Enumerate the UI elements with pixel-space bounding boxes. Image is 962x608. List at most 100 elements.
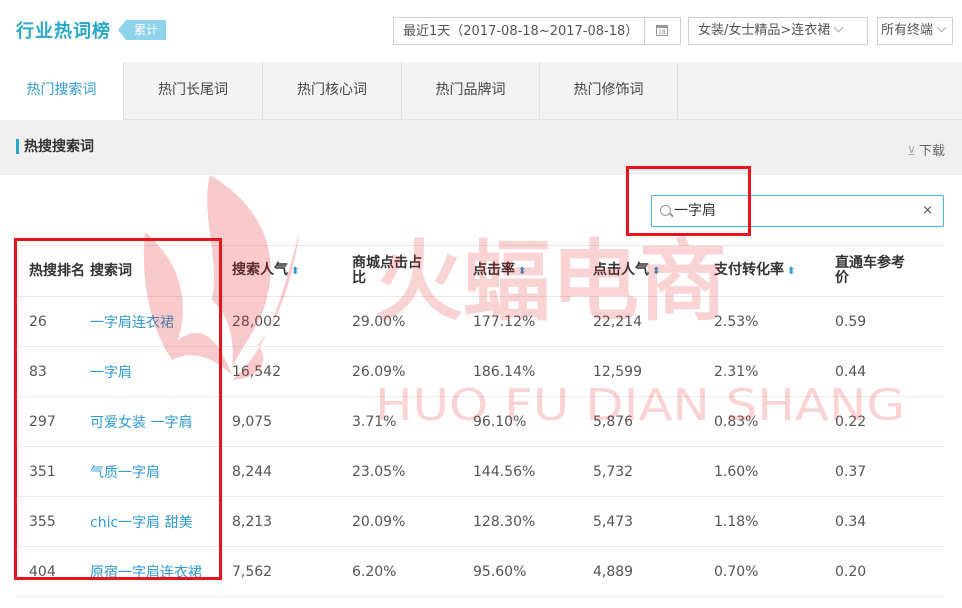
cell-mall-click-share: 26.09% <box>352 346 473 397</box>
cell-mall-click-share: 3.71% <box>352 396 473 447</box>
table-row: 404 原宿一字肩连衣裙 7,562 6.20% 95.60% 4,889 0.70% 0.2… <box>16 546 944 597</box>
clear-search-button[interactable]: × <box>922 196 933 226</box>
cell-search-popularity: 7,562 <box>232 546 352 597</box>
chevron-down-icon <box>833 22 844 33</box>
cell-ctr: 144.56% <box>473 446 593 497</box>
top-bar: 行业热词榜 累计 最近1天（2017-08-18~2017-08-18） 18 … <box>0 0 962 63</box>
table-row: 297 可爱女装 一字肩 9,075 3.71% 96.10% 5,876 0.83% 0.2… <box>16 396 944 447</box>
cell-keyword[interactable]: 一字肩 <box>90 346 232 397</box>
cell-ztc-price: 0.34 <box>835 496 944 547</box>
cell-keyword[interactable]: 气质一字肩 <box>90 446 232 497</box>
cell-click-popularity: 5,876 <box>593 396 714 447</box>
cell-pay-conversion: 0.83% <box>714 396 835 447</box>
tab-modifier-words[interactable]: 热门修饰词 <box>540 62 678 119</box>
cell-click-popularity: 4,889 <box>593 546 714 597</box>
section-header: 热搜搜索词 ⊻ 下载 <box>0 120 962 175</box>
col-search-popularity[interactable]: 搜索人气 ⬍ <box>232 245 352 297</box>
terminal-value: 所有终端 <box>881 23 934 38</box>
cell-ztc-price: 0.59 <box>835 296 944 347</box>
badge-arrow <box>118 20 126 40</box>
col-mall-click-share: 商城点击占比 <box>352 245 473 297</box>
search-value: 一字肩 <box>674 203 716 219</box>
cell-rank: 355 <box>16 496 90 547</box>
cell-pay-conversion: 1.18% <box>714 496 835 547</box>
col-search-popularity-label: 搜索人气 <box>232 262 288 278</box>
table-row: 351 气质一字肩 8,244 23.05% 144.56% 5,732 1.60% 0.37 <box>16 446 944 497</box>
calendar-icon: 18 <box>656 25 668 36</box>
cell-rank: 404 <box>16 546 90 597</box>
table-row: 83 一字肩 16,542 26.09% 186.14% 12,599 2.31% 0.44 <box>16 346 944 397</box>
date-range-select[interactable]: 最近1天（2017-08-18~2017-08-18） <box>393 17 645 45</box>
col-ctr-label: 点击率 <box>473 262 515 278</box>
cell-keyword[interactable]: 可爱女装 一字肩 <box>90 396 232 447</box>
cell-rank: 351 <box>16 446 90 497</box>
table-row: 26 一字肩连衣裙 28,002 29.00% 177.12% 22,214 2.53% 0.… <box>16 296 944 347</box>
cell-rank: 297 <box>16 396 90 447</box>
page-title: 行业热词榜 <box>16 21 111 42</box>
col-keyword-label: 搜索词 <box>90 262 132 279</box>
cell-click-popularity: 22,214 <box>593 296 714 347</box>
col-click-popularity[interactable]: 点击人气 ⬍ <box>593 245 714 297</box>
cell-pay-conversion: 2.31% <box>714 346 835 397</box>
tab-hot-search-words[interactable]: 热门搜索词 <box>0 62 124 120</box>
chevron-down-icon <box>936 22 947 33</box>
tab-long-tail-words[interactable]: 热门长尾词 <box>124 62 263 119</box>
terminal-select[interactable]: 所有终端 <box>877 17 953 45</box>
download-icon: ⊻ <box>907 144 916 158</box>
cell-search-popularity: 28,002 <box>232 296 352 347</box>
cell-ztc-price: 0.22 <box>835 396 944 447</box>
col-ztc-price: 直通车参考价 <box>835 245 944 297</box>
cell-pay-conversion: 1.60% <box>714 446 835 497</box>
cell-search-popularity: 9,075 <box>232 396 352 447</box>
col-rank: 热搜排名 <box>16 245 90 297</box>
sort-icon: ⬍ <box>291 266 300 277</box>
sort-icon: ⬍ <box>787 266 796 277</box>
tab-core-words[interactable]: 热门核心词 <box>263 62 402 119</box>
cell-rank: 83 <box>16 346 90 397</box>
cell-keyword[interactable]: 一字肩连衣裙 <box>90 296 232 347</box>
cell-mall-click-share: 6.20% <box>352 546 473 597</box>
col-mall-click-share-label: 商城点击占比 <box>352 255 422 286</box>
cell-ztc-price: 0.37 <box>835 446 944 497</box>
cell-ctr: 177.12% <box>473 296 593 347</box>
download-button[interactable]: ⊻ 下载 <box>907 140 945 159</box>
cell-search-popularity: 8,213 <box>232 496 352 547</box>
cell-pay-conversion: 0.70% <box>714 546 835 597</box>
category-value: 女装/女士精品>连衣裙 <box>698 23 831 38</box>
col-pay-conversion-label: 支付转化率 <box>714 262 784 278</box>
keyword-table: 热搜排名 搜索词 搜索人气 ⬍ 商城点击占比 点击率 ⬍ 点击人气 ⬍ 支付转化率 ⬍ … <box>16 245 944 597</box>
tab-brand-words[interactable]: 热门品牌词 <box>402 62 540 119</box>
cell-keyword[interactable]: chic一字肩 甜美 <box>90 496 232 547</box>
keyword-search-input[interactable]: 一字肩 × <box>651 195 944 227</box>
col-click-popularity-label: 点击人气 <box>593 262 649 278</box>
table-row: 355 chic一字肩 甜美 8,213 20.09% 128.30% 5,473 1.18… <box>16 496 944 547</box>
cell-ctr: 128.30% <box>473 496 593 547</box>
cell-pay-conversion: 2.53% <box>714 296 835 347</box>
cell-ztc-price: 0.20 <box>835 546 944 597</box>
badge-label: 累计 <box>126 20 167 40</box>
cell-rank: 26 <box>16 296 90 347</box>
sort-icon: ⬍ <box>518 266 527 277</box>
category-select[interactable]: 女装/女士精品>连衣裙 <box>688 17 868 45</box>
col-rank-label: 热搜排名 <box>29 262 85 279</box>
cell-click-popularity: 12,599 <box>593 346 714 397</box>
search-icon <box>660 205 671 216</box>
cell-click-popularity: 5,473 <box>593 496 714 547</box>
col-pay-conversion[interactable]: 支付转化率 ⬍ <box>714 245 835 297</box>
cell-ctr: 95.60% <box>473 546 593 597</box>
cell-search-popularity: 8,244 <box>232 446 352 497</box>
sort-icon: ⬍ <box>652 266 661 277</box>
tab-bar: 热门搜索词 热门长尾词 热门核心词 热门品牌词 热门修饰词 <box>0 62 962 120</box>
calendar-button[interactable]: 18 <box>645 17 681 45</box>
cell-mall-click-share: 23.05% <box>352 446 473 497</box>
col-ctr[interactable]: 点击率 ⬍ <box>473 245 593 297</box>
cell-keyword[interactable]: 原宿一字肩连衣裙 <box>90 546 232 597</box>
cell-click-popularity: 5,732 <box>593 446 714 497</box>
table-header-row: 热搜排名 搜索词 搜索人气 ⬍ 商城点击占比 点击率 ⬍ 点击人气 ⬍ 支付转化率 ⬍ … <box>16 245 944 297</box>
cell-mall-click-share: 29.00% <box>352 296 473 347</box>
cell-mall-click-share: 20.09% <box>352 496 473 547</box>
col-keyword: 搜索词 <box>90 245 232 297</box>
download-label: 下载 <box>918 144 945 159</box>
cell-ctr: 96.10% <box>473 396 593 447</box>
cell-ctr: 186.14% <box>473 346 593 397</box>
